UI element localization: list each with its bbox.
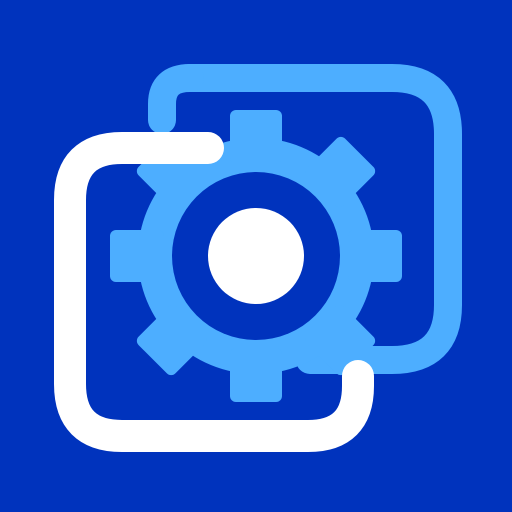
app-icon: [0, 0, 512, 512]
gear-core: [208, 208, 304, 304]
app-icon-graphic: [0, 0, 512, 512]
